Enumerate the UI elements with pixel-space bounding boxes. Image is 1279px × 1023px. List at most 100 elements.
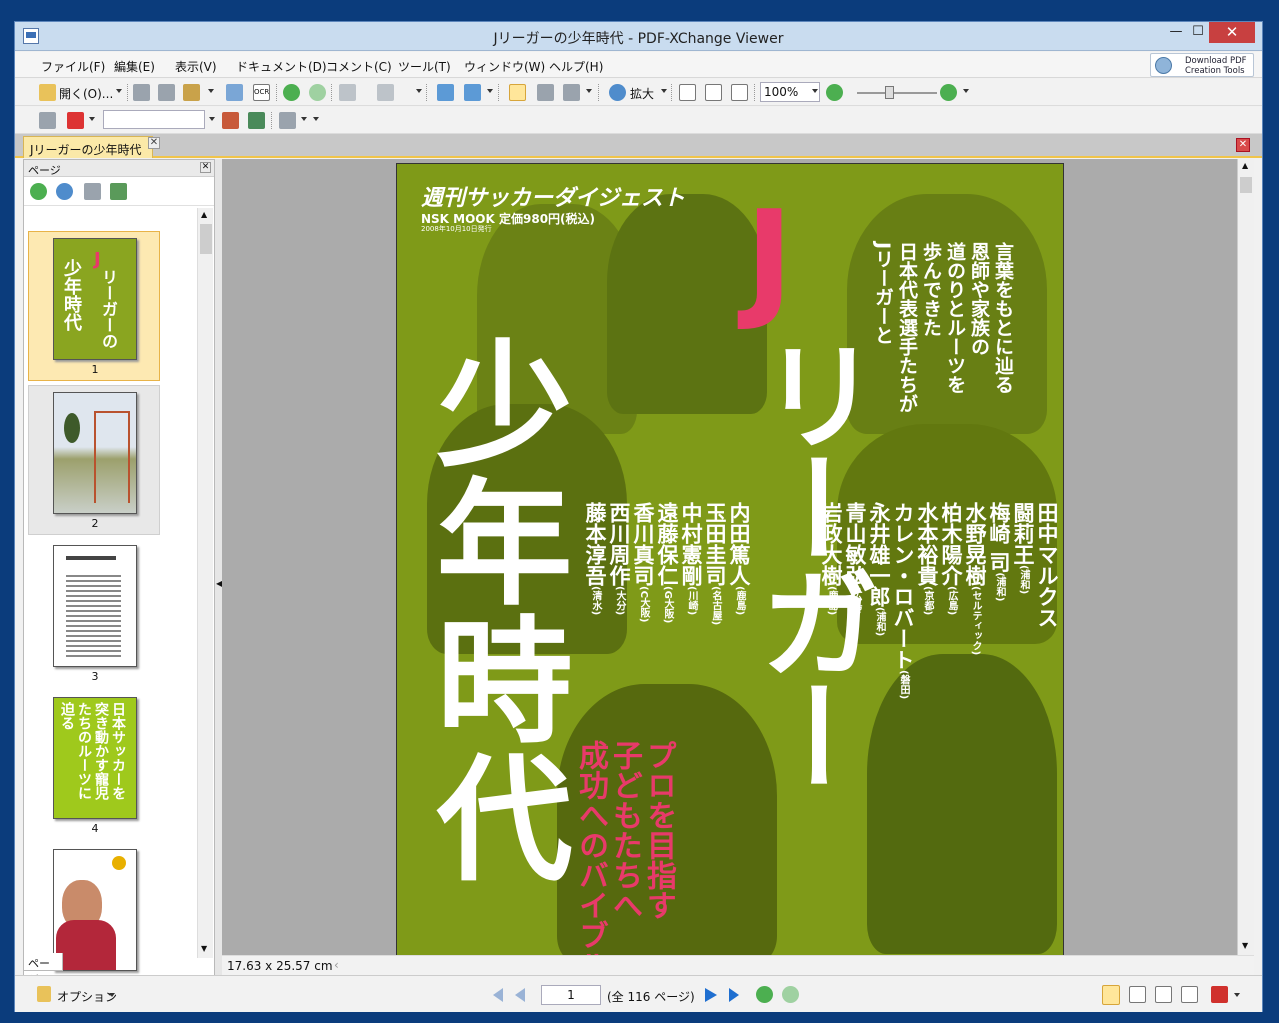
save-icon[interactable] [133,84,150,101]
player-name-15: 香川真司(C大阪) [631,502,655,623]
previous-view-icon[interactable] [756,986,773,1003]
toolbar2-options-icon[interactable] [313,117,319,121]
pdf-icon[interactable] [1211,986,1228,1003]
actual-size-icon[interactable] [679,84,696,101]
next-view-icon[interactable] [782,986,799,1003]
snapshot-icon[interactable] [537,84,554,101]
close-document-icon[interactable]: ✕ [1236,138,1250,152]
page-thumbnail-5[interactable] [28,842,160,971]
zoom-level-dropdown-icon[interactable] [812,89,818,93]
document-tab[interactable]: Jリーガーの少年時代 ✕ [23,136,160,158]
player-name-16: 西川周作(大分) [607,502,631,616]
last-page-icon[interactable] [729,988,739,1002]
panel-splitter[interactable]: ◀ [215,159,222,992]
scroll-down-icon[interactable]: ▼ [201,944,207,953]
rotate-dropdown-icon[interactable] [487,89,493,93]
panel-close-icon[interactable]: ✕ [200,162,211,173]
highlight-dropdown-icon[interactable] [301,117,307,121]
menu-tools[interactable]: ツール(T) [398,58,451,75]
ocr-icon[interactable]: OCR [253,84,270,101]
download-pdf-tools-button[interactable]: Download PDF Creation Tools [1150,53,1254,77]
select-dropdown-icon[interactable] [586,89,592,93]
scan-icon[interactable] [226,84,243,101]
find-next-icon[interactable] [248,112,265,129]
pages-scrollbar[interactable]: ▲ ▼ [197,208,213,958]
toolbar-options-icon[interactable] [963,89,969,93]
magazine-brand: 週刊サッカーダイジェスト [421,186,686,211]
ask-search-icon[interactable] [67,112,84,129]
pages-scroll-thumb[interactable] [200,224,212,254]
zoom-in-tool-icon[interactable] [609,84,626,101]
rotate-right-icon[interactable] [464,84,481,101]
menu-edit[interactable]: 編集(E) [114,58,155,75]
hscroll-left-icon[interactable]: ‹ [334,958,339,972]
thumb-properties-icon[interactable] [110,183,127,200]
single-page-icon[interactable] [1102,985,1120,1005]
continuous-facing-icon[interactable] [1181,986,1198,1003]
options-dropdown-icon[interactable] [109,993,115,997]
search-dropdown-icon[interactable] [209,117,215,121]
close-button[interactable]: ✕ [1209,22,1255,43]
search-input[interactable] [103,110,205,129]
zoom-in-tool-label[interactable]: 拡大 [630,85,654,102]
page-thumbnail-4[interactable]: 日本サッカーを突き動かす寵児たちのルーツに迫る 4 [28,690,160,840]
menu-comment[interactable]: コメント(C) [326,58,392,75]
title-shonen-jidai: 少年時代 [413,334,571,886]
page-thumbnail-3[interactable]: 3 [28,538,160,688]
doc-scroll-down-icon[interactable]: ▼ [1242,941,1248,950]
first-page-icon[interactable] [493,988,503,1002]
document-scrollbar[interactable]: ▲ ▼ [1237,159,1254,955]
print-icon[interactable] [158,84,175,101]
fit-page-icon[interactable] [705,84,722,101]
zoom-tool-dropdown-icon[interactable] [661,89,667,93]
download-line-1: Download PDF [1185,56,1247,66]
previous-page-icon[interactable] [515,988,525,1002]
scroll-up-icon[interactable]: ▲ [201,210,207,219]
current-page-input[interactable]: 1 [541,985,601,1005]
menu-view[interactable]: 表示(V) [175,58,217,75]
pdf-dropdown-icon[interactable] [1234,993,1240,997]
back-icon[interactable] [283,84,300,101]
export-icon[interactable] [183,84,200,101]
open-dropdown-icon[interactable] [116,89,122,93]
thumb-print-icon[interactable] [84,183,101,200]
rotate-left-icon[interactable] [437,84,454,101]
menu-window[interactable]: ウィンドウ(W) [464,58,545,75]
pages-panel-header: ページ ✕ [24,160,214,177]
page-thumbnail-1[interactable]: J リーガーの 少年時代 1 [28,231,160,381]
menu-bar: ファイル(F) 編集(E) 表示(V) ドキュメント(D) コメント(C) ツー… [15,52,1262,78]
select-tool-icon[interactable] [563,84,580,101]
forward-icon[interactable] [309,84,326,101]
zoom-slider-track[interactable] [857,92,937,94]
pages-panel-tab[interactable]: ページ [23,953,63,986]
continuous-icon[interactable] [1129,986,1146,1003]
options-button[interactable]: オプション [57,988,117,1005]
hand-tool-icon[interactable] [509,84,526,101]
page-thumbnail-2[interactable]: 2 [28,385,160,535]
doc-scroll-thumb[interactable] [1240,177,1252,193]
open-folder-icon[interactable] [39,84,56,101]
thumb-zoom-in-icon[interactable] [30,183,47,200]
highlight-tool-icon[interactable] [279,112,296,129]
binoculars-icon[interactable] [39,112,56,129]
menu-file[interactable]: ファイル(F) [41,58,105,75]
doc-scroll-up-icon[interactable]: ▲ [1242,161,1248,170]
tab-close-icon[interactable]: ✕ [148,137,160,149]
zoom-level-input[interactable]: 100% [760,82,820,102]
zoom-out-icon[interactable] [826,84,843,101]
undo-icon[interactable] [339,84,356,101]
zoom-in-icon[interactable] [940,84,957,101]
fit-width-icon[interactable] [731,84,748,101]
zoom-slider-thumb[interactable] [885,86,894,99]
facing-icon[interactable] [1155,986,1172,1003]
menu-help[interactable]: ヘルプ(H) [549,58,603,75]
next-page-icon[interactable] [705,988,717,1002]
search-provider-dropdown-icon[interactable] [89,117,95,121]
thumb-zoom-out-icon[interactable] [56,183,73,200]
menu-document[interactable]: ドキュメント(D) [236,58,327,75]
history-dropdown-icon[interactable] [416,89,422,93]
export-dropdown-icon[interactable] [208,89,214,93]
redo-icon[interactable] [377,84,394,101]
find-previous-icon[interactable] [222,112,239,129]
open-button[interactable]: 開く(O)... [59,85,113,102]
